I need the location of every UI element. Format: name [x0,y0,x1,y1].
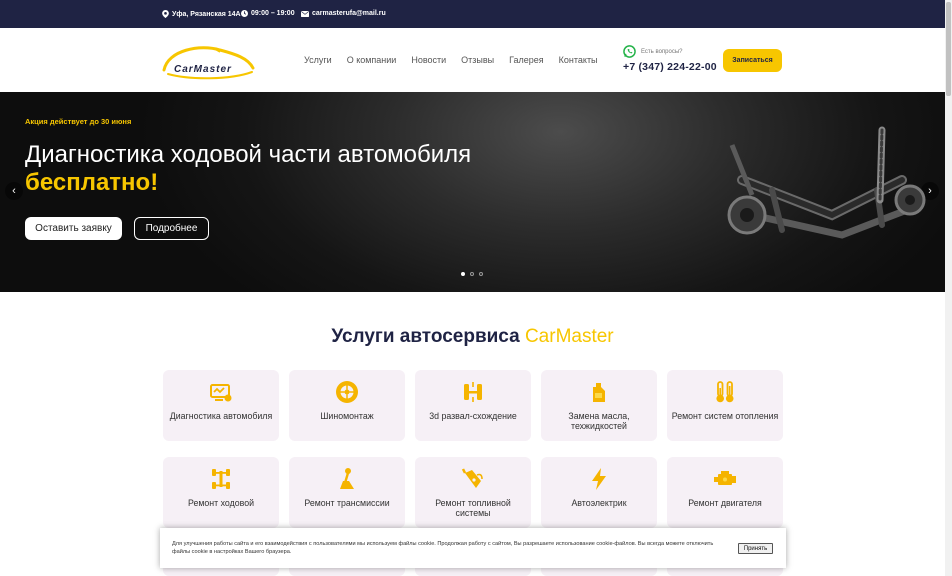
hero-title: Диагностика ходовой части автомобиля [25,141,472,168]
nav-item-services[interactable]: Услуги [304,55,332,65]
service-card-engine[interactable]: Ремонт двигателя [667,457,783,528]
nav-item-gallery[interactable]: Галерея [509,55,544,65]
diagnostics-icon [210,384,232,402]
service-card-electric[interactable]: Автоэлектрик [541,457,657,528]
nav-item-news[interactable]: Новости [411,55,446,65]
service-card-oil[interactable]: Замена масла, техжидкостей [541,370,657,441]
site-header: CarMaster Услуги О компании Новости Отзы… [0,28,945,92]
logo[interactable]: CarMaster [160,40,256,80]
fuel-nozzle-icon [461,468,483,488]
wheel-alignment-icon [464,382,482,402]
thermometer-icon [716,381,734,403]
service-label: Ремонт трансмиссии [304,498,390,508]
service-card-alignment[interactable]: 3d развал-схождение [415,370,531,441]
cookie-accept-button[interactable]: Принять [738,543,773,554]
whatsapp-icon[interactable] [623,45,636,58]
lightning-icon [592,468,606,490]
service-label: Ремонт систем отопления [671,411,779,421]
service-label: Ремонт двигателя [688,498,762,508]
location-pin-icon [162,10,169,18]
hours-text: 09:00 – 19:00 [251,10,295,17]
service-card-transmission[interactable]: Ремонт трансмиссии [289,457,405,528]
service-card-fuel[interactable]: Ремонт топливной системы [415,457,531,528]
chevron-left-icon: ‹ [12,185,16,197]
main-nav: Услуги О компании Новости Отзывы Галерея… [304,55,613,65]
slider-prev-arrow[interactable]: ‹ [5,182,23,200]
service-label: Замена масла, техжидкостей [568,411,630,431]
hero-title-highlight: бесплатно! [25,169,159,196]
service-label: 3d развал-схождение [429,411,517,421]
address-item: Уфа, Рязанская 14А [162,10,241,18]
services-title-brand: CarMaster [524,326,614,347]
cookie-text: Для улучшения работы сайта и его взаимод… [172,541,714,555]
promo-text: Акция действует до 30 июня [25,117,132,126]
email-link[interactable]: carmasterufa@mail.ru [312,10,386,17]
nav-item-reviews[interactable]: Отзывы [461,55,494,65]
service-label: Ремонт ходовой [187,498,255,508]
service-card-tires[interactable]: Шиномонтаж [289,370,405,441]
service-card-diagnostics[interactable]: Диагностика автомобиля [163,370,279,441]
engine-icon [714,471,736,485]
service-label: Шиномонтаж [320,411,374,421]
oil-can-icon [593,383,605,402]
nav-item-about[interactable]: О компании [347,55,397,65]
mail-icon [301,10,309,17]
cookie-banner: Для улучшения работы сайта и его взаимод… [160,528,786,568]
hero-slider: Акция действует до 30 июня Диагностика х… [0,92,945,292]
gear-shift-icon [340,468,354,489]
slider-dots [461,272,483,276]
slider-dot[interactable] [470,272,474,276]
logo-text: CarMaster [174,64,232,75]
scrollbar-thumb[interactable] [946,2,951,96]
question-text: Есть вопросы? [641,49,683,55]
signup-button[interactable]: Записаться [723,49,782,72]
services-title: Услуги автосервиса CarMaster [0,326,945,348]
hours-item: 09:00 – 19:00 [241,10,295,17]
email-item[interactable]: carmasterufa@mail.ru [301,10,386,17]
service-label: Ремонт топливной системы [435,498,511,518]
slider-dot[interactable] [479,272,483,276]
service-label: Автоэлектрик [571,498,627,508]
services-title-main: Услуги автосервиса [331,326,520,347]
service-card-heating[interactable]: Ремонт систем отопления [667,370,783,441]
slider-dot[interactable] [461,272,465,276]
tire-icon [336,381,358,403]
service-label: Диагностика автомобиля [169,411,273,421]
address-text: Уфа, Рязанская 14А [172,10,241,18]
clock-icon [241,10,248,17]
top-info-bar: Уфа, Рязанская 14А 09:00 – 19:00 carmast… [0,0,945,28]
service-card-chassis[interactable]: Ремонт ходовой [163,457,279,528]
nav-item-contacts[interactable]: Контакты [559,55,598,65]
more-details-button[interactable]: Подробнее [134,217,209,240]
phone-number[interactable]: +7 (347) 224-22-00 [623,61,717,73]
suspension-part-image [727,126,926,239]
leave-request-button[interactable]: Оставить заявку [25,217,122,240]
chassis-icon [212,469,230,489]
